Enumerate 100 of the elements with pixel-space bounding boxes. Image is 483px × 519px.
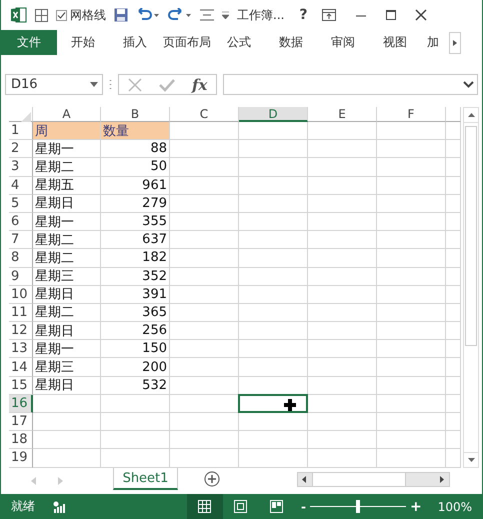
table-cell — [377, 376, 446, 395]
table-icon[interactable] — [35, 8, 48, 22]
column-header[interactable]: D — [239, 107, 308, 122]
row-header[interactable]: 11 — [9, 304, 33, 322]
table-cell — [308, 122, 377, 140]
table-cell: 391 — [101, 286, 170, 304]
table-cell — [446, 268, 461, 286]
undo-icon[interactable] — [136, 8, 160, 22]
row-header[interactable]: 13 — [9, 340, 33, 358]
table-cell — [446, 194, 461, 213]
excel-logo-icon[interactable] — [11, 7, 27, 23]
ribbon-tab[interactable]: 开始 — [57, 30, 109, 55]
checkbox[interactable] — [56, 10, 67, 20]
column-header[interactable]: A — [33, 107, 101, 122]
zoom-in-button[interactable]: + — [410, 498, 422, 514]
table-cell: 352 — [101, 268, 170, 286]
table-cell — [170, 304, 239, 322]
row-header[interactable]: 4 — [9, 176, 33, 195]
help-button[interactable]: ? — [292, 7, 314, 23]
table-cell — [239, 212, 308, 232]
ribbon-tab[interactable]: 插入 — [109, 30, 161, 55]
ribbon-tab[interactable]: 视图 — [369, 30, 421, 55]
scroll-right-icon[interactable] — [449, 32, 461, 54]
scroll-right-icon[interactable] — [440, 476, 444, 483]
row-header[interactable]: 14 — [9, 358, 33, 377]
table-cell — [377, 176, 446, 195]
table-cell — [377, 304, 446, 322]
table-cell: 星期三 — [33, 268, 101, 286]
table-cell: 279 — [101, 194, 170, 213]
row-header[interactable]: 8 — [9, 249, 33, 268]
align-icon[interactable] — [200, 9, 214, 21]
scroll-left-icon[interactable] — [302, 476, 306, 483]
ribbon-tab[interactable]: 数据 — [265, 30, 317, 55]
ribbon-display-icon[interactable] — [322, 9, 336, 21]
scroll-up-icon[interactable] — [468, 113, 474, 117]
row-header[interactable]: 3 — [9, 158, 33, 177]
plus-cursor-icon — [284, 398, 296, 411]
row-header[interactable]: 1 — [9, 122, 33, 140]
row-header[interactable]: 5 — [9, 194, 33, 213]
dropdown-caret-icon[interactable] — [222, 11, 229, 19]
checkbox-label[interactable]: 网格线 — [70, 6, 106, 24]
row-header[interactable]: 2 — [9, 140, 33, 158]
row-header[interactable]: 7 — [9, 231, 33, 250]
ribbon-tab[interactable]: 加 — [421, 30, 449, 55]
slider-thumb[interactable] — [356, 500, 360, 513]
name-box[interactable]: D16 — [5, 74, 103, 95]
table-cell — [377, 158, 446, 177]
table-cell: 星期日 — [33, 376, 101, 395]
table-cell — [377, 212, 446, 232]
table-cell — [170, 212, 239, 232]
table-cell — [308, 286, 377, 304]
table-cell — [446, 322, 461, 340]
table-cell — [170, 376, 239, 395]
row-header[interactable]: 9 — [9, 268, 33, 286]
table-cell — [308, 340, 377, 358]
scroll-down-icon[interactable] — [468, 458, 474, 462]
macro-icon[interactable] — [53, 500, 65, 512]
table-cell — [308, 431, 377, 450]
table-cell — [170, 431, 239, 450]
table-cell — [239, 231, 308, 250]
grid-view-icon — [198, 500, 212, 513]
maximize-icon[interactable] — [384, 9, 398, 21]
column-header[interactable]: E — [308, 107, 377, 122]
zoom-out-button[interactable]: - — [300, 500, 306, 514]
column-header[interactable]: B — [101, 107, 170, 122]
save-icon[interactable] — [114, 8, 128, 22]
redo-icon[interactable] — [168, 8, 192, 22]
table-cell — [377, 140, 446, 158]
insert-function-button[interactable]: fx — [192, 76, 208, 94]
file-tab[interactable]: 文件 — [1, 30, 57, 55]
ribbon-tab[interactable]: 页面布局 — [161, 30, 213, 55]
row-header[interactable]: 6 — [9, 212, 33, 232]
table-cell — [170, 358, 239, 377]
column-header[interactable]: F — [377, 107, 446, 122]
row-header[interactable]: 10 — [9, 286, 33, 304]
close-icon[interactable] — [414, 9, 428, 21]
table-cell — [170, 322, 239, 340]
row-header[interactable]: 15 — [9, 376, 33, 395]
scrollbar-thumb[interactable] — [312, 473, 406, 486]
formula-input[interactable] — [223, 74, 478, 95]
checkmark-icon — [57, 10, 66, 20]
row-header[interactable]: 17 — [9, 413, 33, 432]
column-header[interactable]: C — [170, 107, 239, 122]
row-header[interactable]: 16 — [9, 394, 33, 413]
table-cell — [446, 449, 461, 468]
row-header[interactable]: 12 — [9, 322, 33, 340]
row-header[interactable]: 18 — [9, 431, 33, 450]
table-cell: 星期二 — [33, 231, 101, 250]
ribbon-tab[interactable]: 公式 — [213, 30, 265, 55]
view-button[interactable] — [186, 494, 223, 519]
table-cell — [308, 212, 377, 232]
sheet-tab[interactable]: Sheet1 — [113, 468, 178, 490]
table-cell — [239, 431, 308, 450]
expand-icon[interactable] — [463, 81, 474, 88]
add-sheet-icon[interactable] — [204, 471, 220, 487]
scrollbar-thumb[interactable] — [465, 126, 477, 346]
ribbon-tab[interactable]: 审阅 — [317, 30, 369, 55]
row-header[interactable]: 19 — [9, 449, 33, 468]
table-cell — [239, 413, 308, 432]
table-cell — [239, 376, 308, 395]
